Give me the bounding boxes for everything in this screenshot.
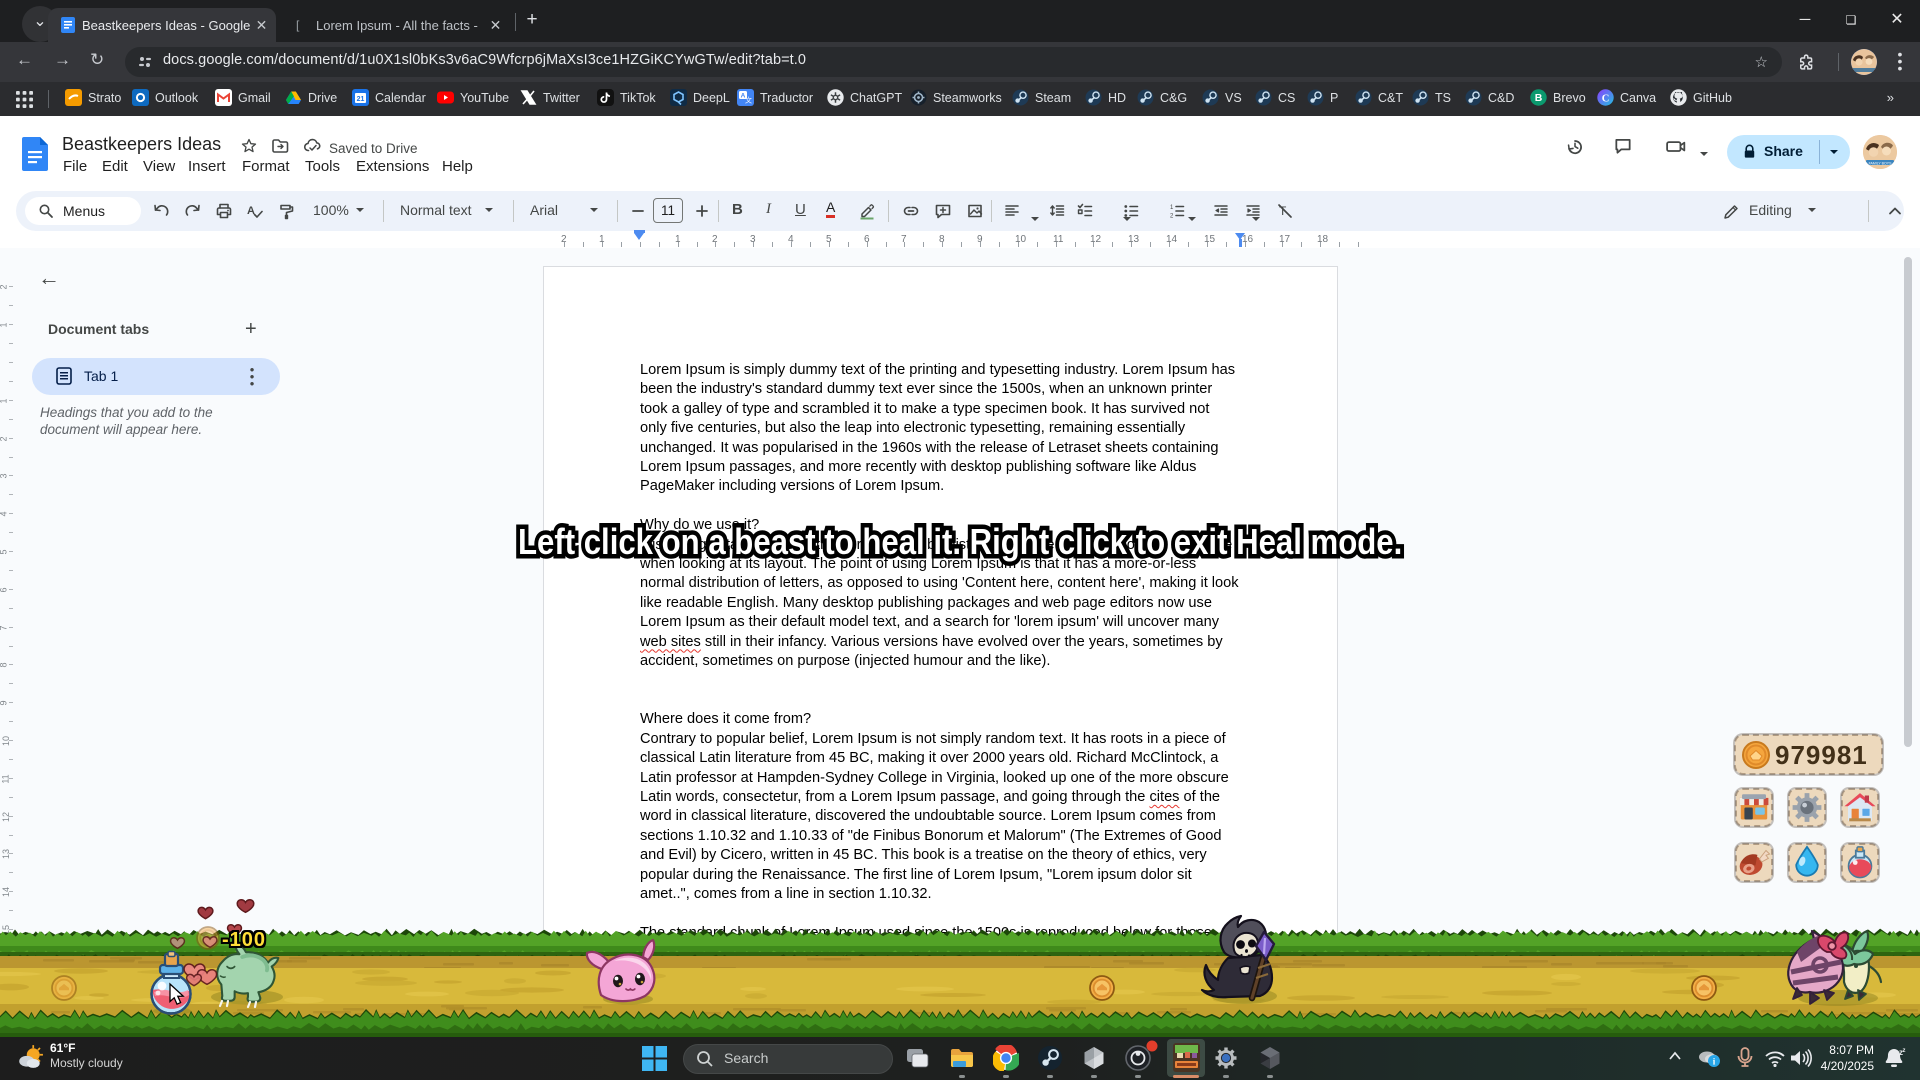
svg-text:21: 21 (357, 96, 365, 103)
svg-text:FAMILY BOYS: FAMILY BOYS (1869, 162, 1892, 166)
svg-text:B: B (1535, 92, 1543, 104)
svg-text:A: A (247, 205, 255, 217)
svg-text:C: C (1602, 93, 1610, 104)
svg-text:1: 1 (1170, 205, 1174, 211)
svg-text:z: z (1903, 1048, 1906, 1054)
svg-text:2: 2 (1170, 214, 1174, 220)
svg-text:文: 文 (745, 96, 752, 105)
